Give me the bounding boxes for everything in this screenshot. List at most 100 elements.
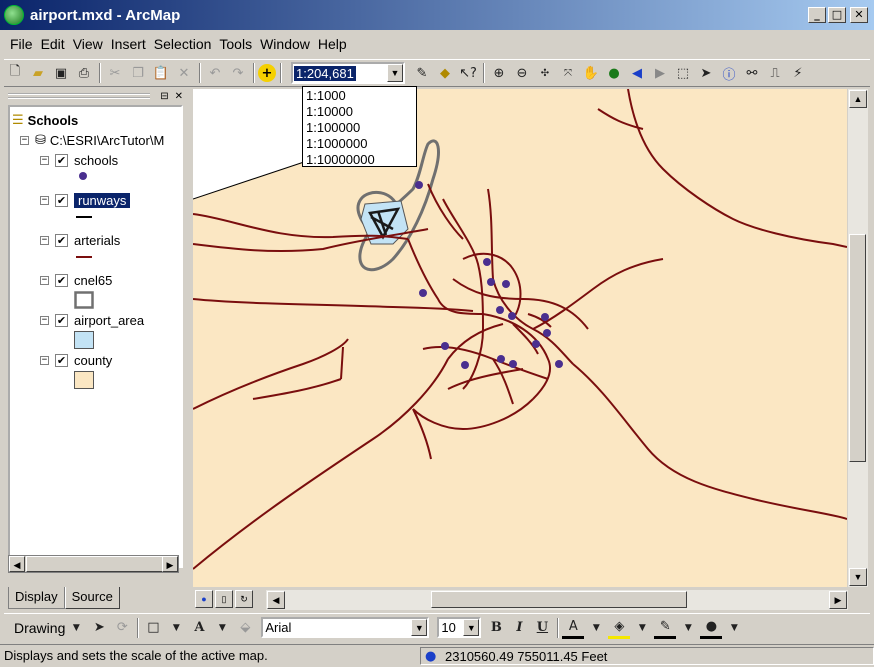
menu-window[interactable]: Window — [260, 36, 310, 52]
menu-help[interactable]: Help — [318, 36, 347, 52]
layer-visibility-checkbox[interactable]: ✔ — [55, 313, 68, 327]
collapse-icon[interactable]: − — [40, 195, 49, 205]
marker-color-icon[interactable]: ● — [700, 617, 723, 639]
layer-visibility-checkbox[interactable]: ✔ — [55, 233, 68, 247]
find-binoculars-icon[interactable]: ⚯ — [741, 62, 763, 84]
layer-row-airport-area[interactable]: − ✔ airport_area — [40, 311, 144, 329]
identify-icon[interactable]: ⓘ — [718, 62, 740, 84]
italic-button[interactable]: I — [508, 617, 530, 639]
print-icon[interactable]: ⎙ — [73, 62, 95, 84]
chevron-down-icon[interactable]: ▼ — [631, 617, 653, 639]
cut-icon[interactable]: ✂ — [104, 62, 126, 84]
font-size-combo[interactable]: 10 ▼ — [437, 617, 482, 638]
layer-row-runways[interactable]: − ✔ runways — [10, 191, 181, 209]
layer-visibility-checkbox[interactable]: ✔ — [55, 353, 68, 367]
chevron-down-icon[interactable]: ▼ — [411, 619, 428, 636]
layer-row-cnel65[interactable]: − ✔ cnel65 — [40, 271, 112, 289]
font-name-combo[interactable]: Arial ▼ — [261, 617, 430, 638]
layout-view-page-icon[interactable]: ▯ — [215, 590, 233, 608]
select-elements-arrow-icon[interactable]: ➤ — [695, 62, 717, 84]
drawing-menu[interactable]: Drawing — [14, 620, 65, 636]
scale-option[interactable]: 1:1000000 — [303, 136, 416, 152]
pan-hand-icon[interactable]: ✋ — [580, 62, 602, 84]
chevron-down-icon[interactable]: ▼ — [723, 617, 745, 639]
rotate-icon[interactable]: ⟳ — [111, 617, 133, 639]
menu-tools[interactable]: Tools — [219, 36, 252, 52]
back-extent-arrow-icon[interactable]: ◀ — [626, 62, 648, 84]
collapse-icon[interactable]: − — [40, 275, 49, 285]
add-data-icon[interactable]: + — [258, 64, 276, 82]
fixed-zoom-in-icon[interactable]: ✣ — [534, 62, 556, 84]
editor-toolbar-icon[interactable]: ✎ — [411, 62, 433, 84]
new-text-icon[interactable]: A — [188, 617, 210, 639]
map-display[interactable] — [193, 89, 847, 587]
edit-vertices-icon[interactable]: ⬙ — [234, 617, 256, 639]
open-folder-icon[interactable]: ▰ — [27, 62, 49, 84]
minimize-button[interactable]: _ — [808, 7, 826, 23]
collapse-icon[interactable]: − — [40, 235, 49, 245]
toc-grip[interactable] — [8, 93, 151, 99]
scroll-left-icon[interactable]: ◀ — [267, 591, 285, 609]
full-extent-globe-icon[interactable]: ● — [603, 62, 625, 84]
scale-option[interactable]: 1:10000000 — [303, 152, 416, 168]
measure-icon[interactable]: ⎍ — [764, 62, 786, 84]
undo-icon[interactable]: ↶ — [204, 62, 226, 84]
save-icon[interactable]: ▣ — [50, 62, 72, 84]
chevron-down-icon[interactable]: ▼ — [585, 617, 607, 639]
chevron-down-icon[interactable]: ▼ — [677, 617, 699, 639]
tab-display[interactable]: Display — [8, 587, 65, 609]
scale-option[interactable]: 1:1000 — [303, 88, 416, 104]
fill-color-bucket-icon[interactable]: ◈ — [608, 617, 631, 639]
scale-option[interactable]: 1:100000 — [303, 120, 416, 136]
new-document-icon[interactable]: 🗋 — [4, 62, 26, 84]
scroll-right-icon[interactable]: ▶ — [162, 556, 178, 572]
scroll-right-icon[interactable]: ▶ — [829, 591, 847, 609]
forward-extent-arrow-icon[interactable]: ▶ — [649, 62, 671, 84]
paste-icon[interactable]: 📋 — [150, 62, 172, 84]
chevron-down-icon[interactable]: ▼ — [65, 617, 87, 639]
data-frame-row[interactable]: ☰ Schools — [12, 111, 78, 129]
rectangle-icon[interactable]: □ — [142, 617, 164, 639]
refresh-icon[interactable]: ↻ — [235, 590, 253, 608]
chevron-down-icon[interactable]: ▼ — [387, 64, 403, 82]
fixed-zoom-out-icon[interactable]: ⤧ — [557, 62, 579, 84]
scrollbar-thumb[interactable] — [26, 556, 166, 572]
map-canvas[interactable] — [193, 89, 847, 587]
zoom-in-icon[interactable]: ⊕ — [488, 62, 510, 84]
layer-visibility-checkbox[interactable]: ✔ — [55, 273, 68, 287]
layer-row-arterials[interactable]: − ✔ arterials — [40, 231, 120, 249]
close-icon[interactable]: ✕ — [175, 91, 183, 102]
copy-icon[interactable]: ❐ — [127, 62, 149, 84]
map-vertical-scrollbar[interactable]: ▲ ▼ — [848, 89, 868, 587]
menu-insert[interactable]: Insert — [111, 36, 146, 52]
delete-icon[interactable]: ✕ — [173, 62, 195, 84]
chevron-down-icon[interactable]: ▼ — [165, 617, 187, 639]
map-scale-combo[interactable]: 1:204,681 ▼ — [291, 62, 405, 84]
menu-view[interactable]: View — [73, 36, 103, 52]
layer-row-schools[interactable]: − ✔ schools — [40, 151, 118, 169]
menu-edit[interactable]: Edit — [41, 36, 65, 52]
close-button[interactable]: ✕ — [850, 7, 868, 23]
bold-button[interactable]: B — [485, 617, 507, 639]
maximize-button[interactable]: □ — [828, 7, 846, 23]
scrollbar-thumb[interactable] — [849, 234, 866, 462]
scroll-left-icon[interactable]: ◀ — [9, 556, 25, 572]
scale-option[interactable]: 1:10000 — [303, 104, 416, 120]
collapse-icon[interactable]: − — [20, 135, 29, 145]
zoom-out-icon[interactable]: ⊖ — [511, 62, 533, 84]
layer-visibility-checkbox[interactable]: ✔ — [55, 153, 68, 167]
collapse-icon[interactable]: − — [40, 155, 49, 165]
whats-this-help-icon[interactable]: ↖? — [457, 62, 479, 84]
arctoolbox-icon[interactable]: ◆ — [434, 62, 456, 84]
scroll-up-icon[interactable]: ▲ — [849, 90, 867, 108]
layer-visibility-checkbox[interactable]: ✔ — [55, 193, 68, 207]
data-source-row[interactable]: − ⛁ C:\ESRI\ArcTutor\M — [20, 131, 164, 149]
select-elements-arrow-icon[interactable]: ➤ — [88, 617, 110, 639]
scrollbar-thumb[interactable] — [431, 591, 687, 608]
font-color-icon[interactable]: A — [562, 617, 585, 639]
collapse-icon[interactable]: − — [40, 315, 49, 325]
map-horizontal-scrollbar[interactable]: ◀ ▶ — [266, 590, 848, 610]
toc-horizontal-scrollbar[interactable]: ◀ ▶ — [8, 555, 179, 573]
menu-file[interactable]: File — [10, 36, 33, 52]
underline-button[interactable]: U — [531, 617, 553, 639]
